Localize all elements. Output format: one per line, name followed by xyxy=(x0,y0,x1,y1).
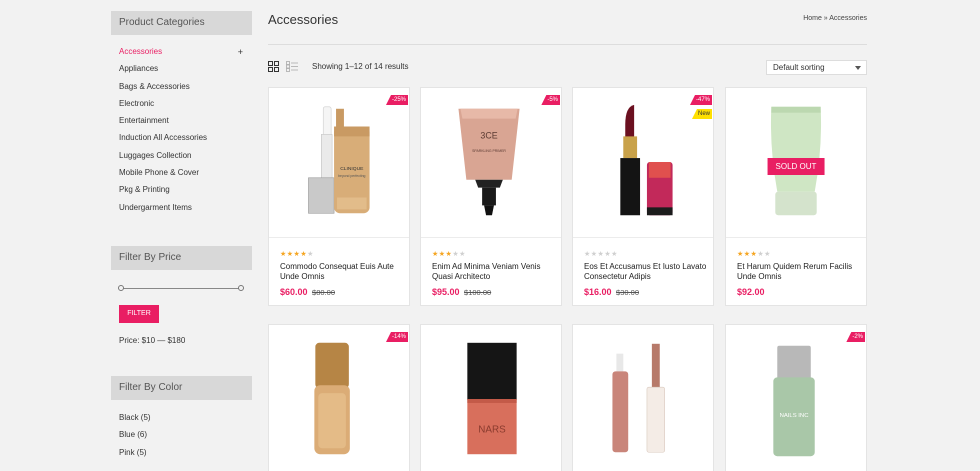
breadcrumb[interactable]: Home » Accessories xyxy=(803,15,867,22)
price-range-label: Price: $10 — $180 xyxy=(119,336,186,345)
sort-selected-value: Default sorting xyxy=(773,63,825,72)
product-name[interactable]: Eos Et Accusamus Et Iusto Lavato Consect… xyxy=(584,262,709,282)
product-label-text: 3CE xyxy=(480,130,497,140)
product-price: $16.00 $30.00 xyxy=(584,287,639,297)
slider-max-handle[interactable] xyxy=(238,285,244,291)
category-item-appliances[interactable]: Appliances xyxy=(119,63,249,80)
category-label: Accessories xyxy=(119,47,163,56)
filter-button[interactable]: FILTER xyxy=(119,305,159,323)
sort-dropdown[interactable]: Default sorting xyxy=(766,60,867,75)
slider-min-handle[interactable] xyxy=(118,285,124,291)
product-card[interactable]: -14% xyxy=(268,324,410,471)
header-divider xyxy=(268,44,867,45)
product-label-text: CLINIQUE xyxy=(340,166,364,172)
card-divider xyxy=(726,237,866,238)
product-image[interactable] xyxy=(573,88,713,237)
product-label-text: beyond perfecting xyxy=(338,174,365,178)
color-item-black[interactable]: Black (5) xyxy=(119,412,151,429)
page-title: Accessories xyxy=(268,12,339,27)
color-filter-title: Filter By Color xyxy=(111,376,252,400)
current-price: $16.00 xyxy=(584,287,612,297)
rating-stars: ★★★★★ xyxy=(280,251,314,258)
product-price: $92.00 xyxy=(737,287,765,297)
product-price: $95.00 $100.00 xyxy=(432,287,491,297)
category-item-electronic[interactable]: Electronic xyxy=(119,98,249,115)
old-price: $30.00 xyxy=(616,288,639,297)
product-label-text: NARS xyxy=(478,425,506,436)
category-item-induction[interactable]: Induction All Accessories xyxy=(119,132,249,149)
product-name[interactable]: Commodo Consequat Euis Aute Unde Omnis xyxy=(280,262,405,282)
price-filter-title: Filter By Price xyxy=(111,246,252,270)
current-price: $95.00 xyxy=(432,287,460,297)
product-image[interactable]: NAILS INC xyxy=(726,325,866,471)
product-card[interactable] xyxy=(572,324,714,471)
category-item-accessories[interactable]: Accessories + xyxy=(119,46,249,63)
product-card[interactable]: NARS xyxy=(420,324,562,471)
product-card[interactable]: CLINIQUE beyond perfecting -25% ★★★★★ Com… xyxy=(268,87,410,306)
chevron-down-icon xyxy=(855,66,861,70)
product-name[interactable]: Et Harum Quidem Rerum Facilis Unde Omnis xyxy=(737,262,862,282)
category-item-undergarment[interactable]: Undergarment Items xyxy=(119,202,249,219)
sold-out-badge: SOLD OUT xyxy=(767,158,825,175)
product-card[interactable]: CLINIQUE SOLD OUT ★★★★★ Et Harum Quidem … xyxy=(725,87,867,306)
category-item-bags-accessories[interactable]: Bags & Accessories xyxy=(119,81,249,98)
product-card[interactable]: NAILS INC -2% xyxy=(725,324,867,471)
category-item-pkg-printing[interactable]: Pkg & Printing xyxy=(119,184,249,201)
grid-view-icon[interactable] xyxy=(268,61,279,72)
color-item-pink[interactable]: Pink (5) xyxy=(119,447,151,464)
rating-stars: ★★★★★ xyxy=(737,251,771,258)
old-price: $100.00 xyxy=(464,288,492,297)
category-item-entertainment[interactable]: Entertainment xyxy=(119,115,249,132)
product-image[interactable]: 3CE SPARKLING PRIMER xyxy=(421,88,561,237)
product-name[interactable]: Enim Ad Minima Veniam Venis Quasi Archit… xyxy=(432,262,557,282)
product-image[interactable]: CLINIQUE beyond perfecting xyxy=(269,88,409,237)
card-divider xyxy=(269,237,409,238)
card-divider xyxy=(421,237,561,238)
product-card[interactable]: 3CE SPARKLING PRIMER -5% ★★★★★ Enim Ad Mi… xyxy=(420,87,562,306)
category-item-mobile-phone[interactable]: Mobile Phone & Cover xyxy=(119,167,249,184)
category-item-luggages[interactable]: Luggages Collection xyxy=(119,150,249,167)
results-count: Showing 1–12 of 14 results xyxy=(312,62,409,71)
current-price: $92.00 xyxy=(737,287,765,297)
product-label-text: SPARKLING PRIMER xyxy=(472,149,506,153)
category-list: Accessories + Appliances Bags & Accessori… xyxy=(119,46,249,219)
product-price: $60.00 $80.00 xyxy=(280,287,335,297)
current-price: $60.00 xyxy=(280,287,308,297)
categories-widget-title: Product Categories xyxy=(111,11,252,35)
product-image[interactable] xyxy=(573,325,713,471)
price-range-slider[interactable] xyxy=(118,285,244,291)
expand-plus-icon[interactable]: + xyxy=(238,46,243,58)
product-image[interactable] xyxy=(269,325,409,471)
old-price: $80.00 xyxy=(312,288,335,297)
rating-stars: ★★★★★ xyxy=(584,251,618,258)
card-divider xyxy=(573,237,713,238)
product-card[interactable]: -47% New ★★★★★ Eos Et Accusamus Et Iusto… xyxy=(572,87,714,306)
list-view-icon[interactable] xyxy=(286,61,298,72)
product-label-text: NAILS INC xyxy=(780,413,810,419)
product-image[interactable]: NARS xyxy=(421,325,561,471)
color-item-blue[interactable]: Blue (6) xyxy=(119,429,151,446)
color-list: Black (5) Blue (6) Pink (5) xyxy=(119,412,151,464)
rating-stars: ★★★★★ xyxy=(432,251,466,258)
